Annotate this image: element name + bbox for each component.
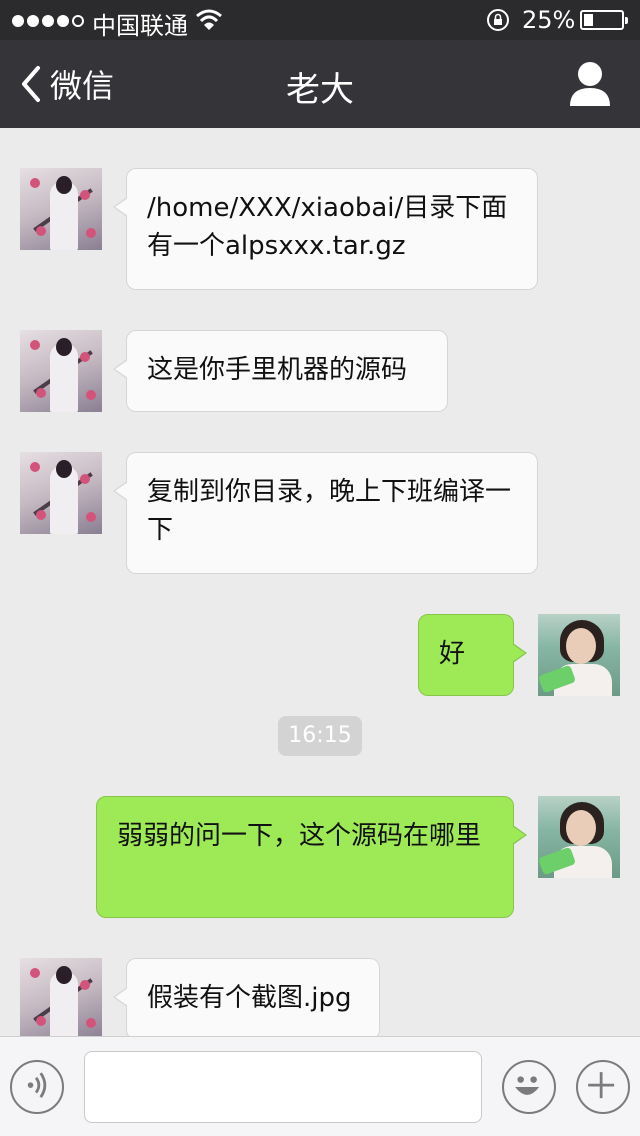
message-bubble-incoming[interactable]: /home/XXX/xiaobai/目录下面有一个alpsxxx.tar.gz: [113, 168, 538, 290]
contact-avatar[interactable]: [20, 958, 102, 1036]
message-bubble-incoming[interactable]: 这是你手里机器的源码: [113, 330, 448, 412]
battery-percent: 25%: [522, 6, 576, 34]
nav-bar: 微信 老大: [0, 40, 640, 128]
message-list[interactable]: /home/XXX/xiaobai/目录下面有一个alpsxxx.tar.gz …: [0, 128, 640, 1036]
contact-avatar[interactable]: [20, 330, 102, 412]
contact-avatar[interactable]: [20, 168, 102, 250]
message-input[interactable]: [84, 1051, 482, 1123]
rotation-lock-icon: [487, 9, 509, 31]
carrier-name: 中国联通: [92, 12, 188, 40]
message-bubble-incoming[interactable]: 复制到你目录，晚上下班编译一下: [113, 452, 538, 574]
message-bubble-outgoing[interactable]: 好: [418, 614, 527, 696]
input-bar: [0, 1036, 640, 1136]
status-bar: 中国联通 25%: [0, 0, 640, 40]
emoji-icon[interactable]: [502, 1060, 556, 1114]
my-avatar[interactable]: [538, 796, 620, 878]
timestamp-badge: 16:15: [278, 716, 362, 756]
my-avatar[interactable]: [538, 614, 620, 696]
battery-icon: [580, 10, 628, 30]
message-bubble-incoming[interactable]: 假装有个截图.jpg: [113, 958, 380, 1036]
wifi-icon: [196, 9, 222, 30]
voice-icon[interactable]: [10, 1060, 64, 1114]
message-bubble-outgoing[interactable]: 弱弱的问一下，这个源码在哪里: [96, 796, 527, 918]
chat-title: 老大: [286, 70, 354, 110]
contact-avatar[interactable]: [20, 452, 102, 534]
plus-icon[interactable]: [576, 1060, 630, 1114]
signal-strength-icon: [12, 12, 87, 31]
person-icon[interactable]: [568, 60, 612, 108]
